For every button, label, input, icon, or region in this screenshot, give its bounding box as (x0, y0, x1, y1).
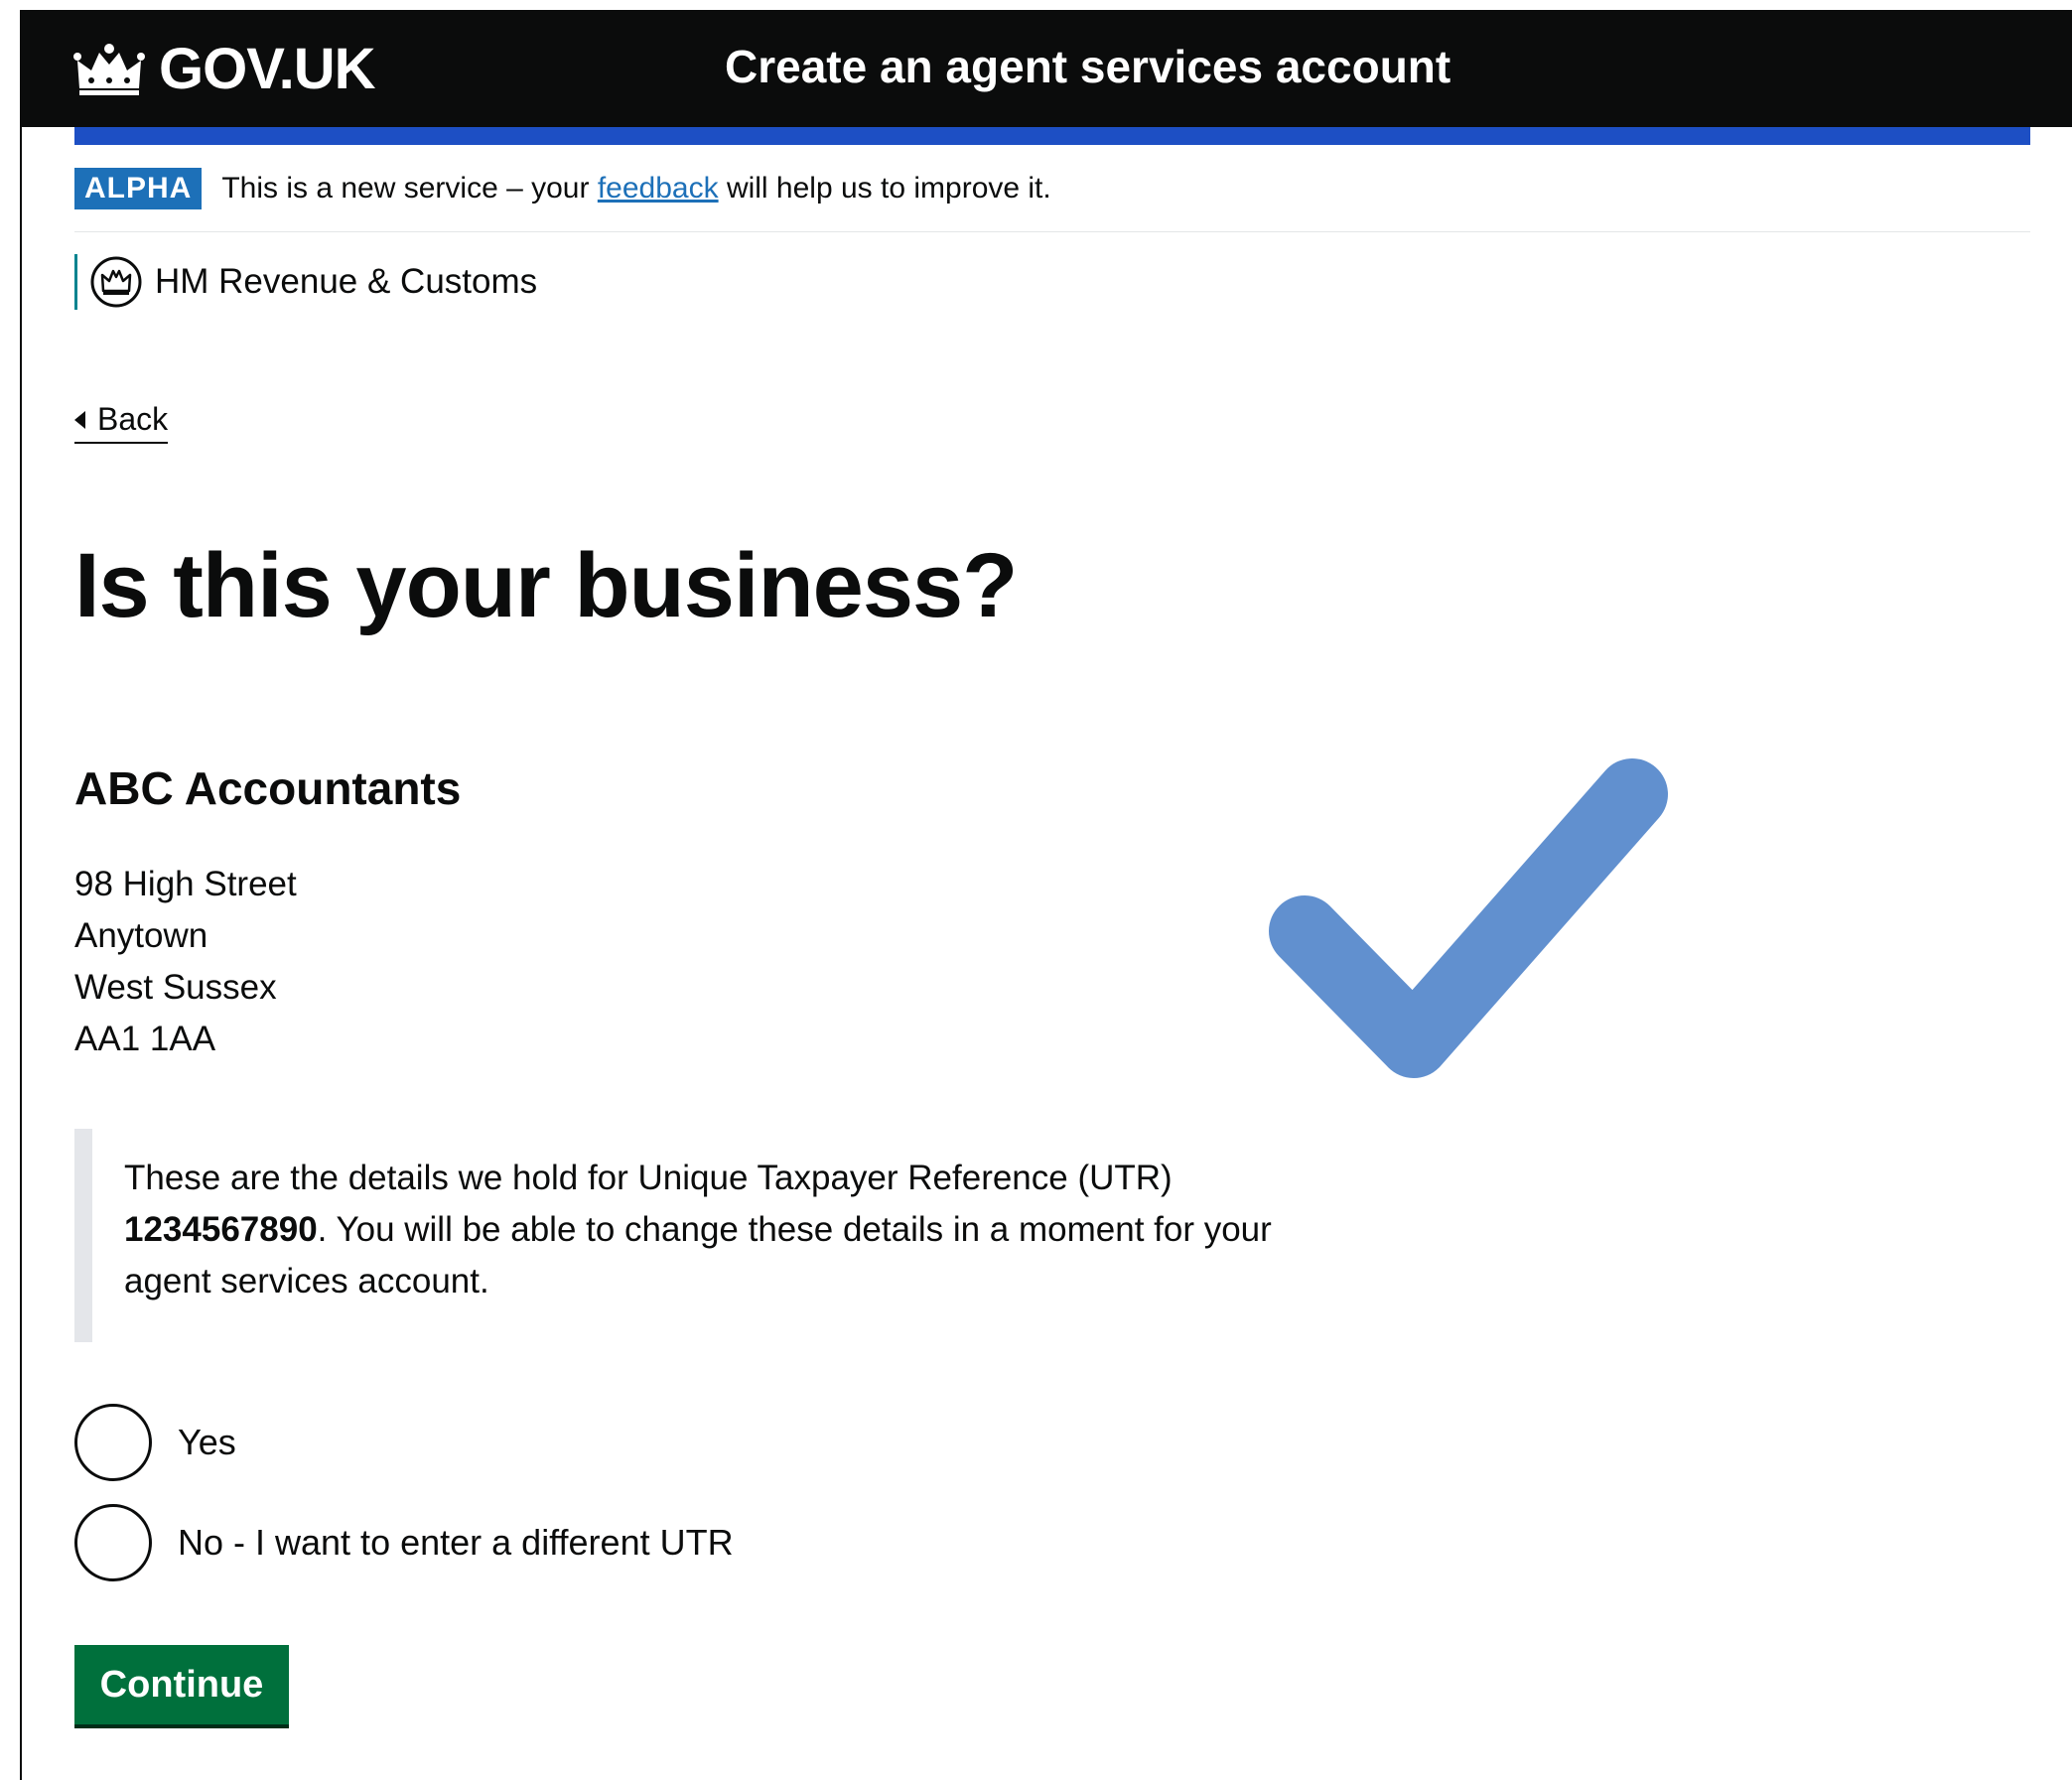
phase-text-before: This is a new service – your (221, 172, 590, 205)
checkmark-icon (1269, 758, 1668, 1078)
back-link-label: Back (97, 401, 169, 437)
triangle-left-icon (74, 410, 85, 429)
radio-button[interactable] (74, 1404, 152, 1481)
divider (74, 231, 2030, 232)
govuk-logo-link[interactable]: GOV.UK (73, 34, 375, 103)
feedback-link[interactable]: feedback (598, 172, 719, 205)
page-border (20, 10, 22, 1780)
organisation-banner: HM Revenue & Customs (74, 254, 537, 310)
govuk-header: GOV.UK Create an agent services account (20, 10, 2072, 127)
address-line: Anytown (74, 916, 208, 955)
phase-tag: ALPHA (74, 168, 203, 209)
phase-text: This is a new service – your feedback wi… (221, 172, 1050, 205)
logo-text: GOV.UK (159, 36, 375, 101)
radio-label-yes: Yes (178, 1422, 236, 1462)
inset-text-before: These are the details we hold for Unique… (124, 1159, 1173, 1197)
phase-text-after: will help us to improve it. (726, 172, 1051, 205)
radio-label-no: No - I want to enter a different UTR (178, 1522, 734, 1563)
radio-yes[interactable]: Yes (74, 1404, 236, 1481)
business-name: ABC Accountants (74, 762, 462, 814)
crest-icon (90, 256, 142, 308)
phase-banner: ALPHA This is a new service – your feedb… (74, 165, 1051, 212)
business-address: 98 High Street Anytown West Sussex AA1 1… (74, 859, 297, 1065)
radio-no[interactable]: No - I want to enter a different UTR (74, 1504, 734, 1581)
address-line: West Sussex (74, 968, 277, 1007)
address-line: AA1 1AA (74, 1020, 216, 1058)
service-name-link[interactable]: Create an agent services account (725, 40, 1450, 93)
header-blue-bar (74, 127, 2030, 145)
radio-button[interactable] (74, 1504, 152, 1581)
continue-button[interactable]: Continue (74, 1645, 289, 1724)
crown-icon (73, 44, 145, 95)
inset-text: These are the details we hold for Unique… (74, 1129, 1345, 1342)
utr-number: 1234567890 (124, 1210, 318, 1249)
inset-paragraph: These are the details we hold for Unique… (124, 1153, 1335, 1307)
address-line: 98 High Street (74, 865, 297, 903)
organisation-name: HM Revenue & Customs (155, 262, 538, 301)
back-link[interactable]: Back (74, 401, 169, 444)
page-title: Is this your business? (74, 535, 1018, 636)
